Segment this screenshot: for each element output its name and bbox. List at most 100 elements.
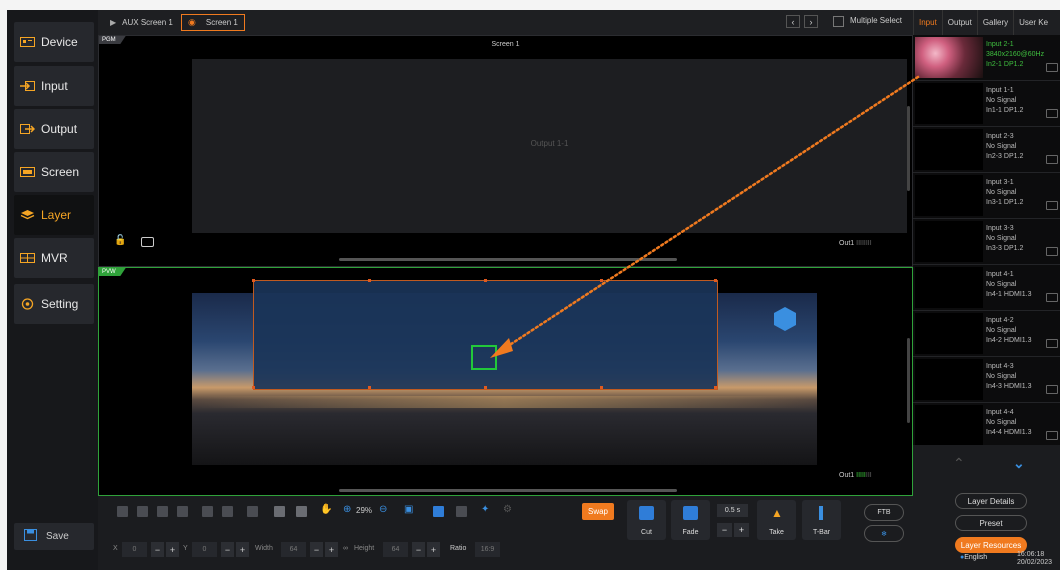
resize-handle[interactable] xyxy=(600,279,603,282)
align-icon[interactable] xyxy=(202,506,213,517)
cut-button[interactable]: Cut xyxy=(627,500,666,540)
y-minus-button[interactable]: − xyxy=(221,542,234,557)
settings-small-icon[interactable]: ⚙ xyxy=(503,504,512,515)
horizontal-scrollbar[interactable] xyxy=(339,489,677,492)
resize-handle[interactable] xyxy=(600,386,603,389)
save-button[interactable]: Save xyxy=(14,523,94,550)
tbar-button[interactable]: T-Bar xyxy=(802,500,841,540)
height-minus-button[interactable]: − xyxy=(412,542,425,557)
camera-icon[interactable] xyxy=(1046,339,1058,348)
duration-plus-button[interactable]: + xyxy=(734,523,749,537)
x-minus-button[interactable]: − xyxy=(151,542,164,557)
horizontal-scrollbar[interactable] xyxy=(339,258,677,261)
tab-aux-screen[interactable]: ▶​ AUX Screen 1 xyxy=(104,14,179,31)
fade-button[interactable]: Fade xyxy=(671,500,710,540)
y-plus-button[interactable]: + xyxy=(236,542,249,557)
resize-handle[interactable] xyxy=(252,279,255,282)
freeze-button[interactable]: ❄ xyxy=(864,525,904,542)
width-plus-button[interactable]: + xyxy=(325,542,338,557)
layer-send-back-icon[interactable] xyxy=(137,506,148,517)
vertical-scrollbar[interactable] xyxy=(907,106,910,191)
pgm-monitor[interactable]: PGM Screen 1 Output 1-1 🔓 Out1 IIIIIIII xyxy=(98,35,913,267)
delete-icon[interactable] xyxy=(456,506,467,517)
tab-input[interactable]: Input xyxy=(913,10,942,35)
camera-icon[interactable] xyxy=(1046,155,1058,164)
tab-user-key[interactable]: User Ke xyxy=(1013,10,1053,35)
snap-icon[interactable] xyxy=(433,506,444,517)
x-plus-button[interactable]: + xyxy=(166,542,179,557)
zoom-out-icon[interactable]: ⊖ xyxy=(379,504,387,515)
unlock-icon[interactable]: 🔓 xyxy=(114,235,126,246)
fit-screen-icon[interactable]: ▣ xyxy=(404,504,413,515)
width-input[interactable]: 64 xyxy=(281,542,306,557)
list-item[interactable]: Input 4-3 No Signal In4-3 HDMI1.3 xyxy=(913,357,1060,403)
y-input[interactable]: 0 xyxy=(192,542,217,557)
sidebar-item-screen[interactable]: Screen xyxy=(14,152,94,192)
camera-icon[interactable] xyxy=(141,237,154,247)
sidebar-item-device[interactable]: Device xyxy=(14,22,94,62)
drop-target-box[interactable] xyxy=(471,345,497,370)
layer-bring-front-icon[interactable] xyxy=(117,506,128,517)
tab-gallery[interactable]: Gallery xyxy=(976,10,1013,35)
layer-backward-icon[interactable] xyxy=(177,506,188,517)
list-item[interactable]: Input 2-3 No Signal In2-3 DP1.2 xyxy=(913,127,1060,173)
camera-icon[interactable] xyxy=(1046,385,1058,394)
list-item[interactable]: Input 1-1 No Signal In1-1 DP1.2 xyxy=(913,81,1060,127)
ftb-button[interactable]: FTB xyxy=(864,504,904,521)
transition-duration[interactable]: 0.5 s xyxy=(717,504,748,517)
list-item[interactable]: Input 3-3 No Signal In3-3 DP1.2 xyxy=(913,219,1060,265)
take-button[interactable]: ▲ Take xyxy=(757,500,796,540)
list-item[interactable]: Input 3-1 No Signal In3-1 DP1.2 xyxy=(913,173,1060,219)
tab-screen-1[interactable]: ◉ Screen 1 xyxy=(181,14,245,31)
height-input[interactable]: 64 xyxy=(383,542,408,557)
resize-handle[interactable] xyxy=(368,386,371,389)
duration-minus-button[interactable]: − xyxy=(717,523,732,537)
layer-forward-icon[interactable] xyxy=(157,506,168,517)
eraser-icon[interactable]: ✦ xyxy=(481,504,489,515)
lock-ratio-icon[interactable]: ∞ xyxy=(343,545,348,552)
camera-icon[interactable] xyxy=(1046,63,1058,72)
camera-icon[interactable] xyxy=(1046,201,1058,210)
ratio-input[interactable]: 16:9 xyxy=(475,542,500,557)
list-item[interactable]: Input 4-2 No Signal In4-2 HDMI1.3 xyxy=(913,311,1060,357)
resize-handle[interactable] xyxy=(714,279,717,282)
sidebar-item-setting[interactable]: Setting xyxy=(14,284,94,324)
hand-icon[interactable]: ✋ xyxy=(320,504,332,515)
multiple-select-checkbox[interactable] xyxy=(833,16,844,27)
list-item[interactable]: Input 4-4 No Signal In4-4 HDMI1.3 xyxy=(913,403,1060,445)
copy-layer-icon[interactable] xyxy=(296,506,307,517)
chevron-down-icon[interactable]: ⌄ xyxy=(1013,455,1025,472)
resize-handle[interactable] xyxy=(368,279,371,282)
resize-handle[interactable] xyxy=(714,386,717,389)
chevron-up-icon[interactable]: ⌃ xyxy=(953,455,965,472)
list-item[interactable]: Input 4-1 No Signal In4-1 HDMI1.3 xyxy=(913,265,1060,311)
prev-screen-button[interactable]: ‹ xyxy=(786,15,800,28)
sidebar-item-input[interactable]: Input xyxy=(14,66,94,106)
x-input[interactable]: 0 xyxy=(122,542,147,557)
language-selector[interactable]: ●English xyxy=(960,554,987,561)
sidebar-item-mvr[interactable]: MVR xyxy=(14,238,94,278)
next-screen-button[interactable]: › xyxy=(804,15,818,28)
camera-icon[interactable] xyxy=(1046,431,1058,440)
camera-icon[interactable] xyxy=(1046,109,1058,118)
camera-icon[interactable] xyxy=(1046,293,1058,302)
resize-handle[interactable] xyxy=(484,386,487,389)
preset-button[interactable]: Preset xyxy=(955,515,1027,531)
resize-handle[interactable] xyxy=(484,279,487,282)
zoom-in-icon[interactable]: ⊕ xyxy=(343,504,351,515)
height-plus-button[interactable]: + xyxy=(427,542,440,557)
distribute-icon[interactable] xyxy=(222,506,233,517)
tab-output[interactable]: Output xyxy=(941,10,977,35)
camera-icon[interactable] xyxy=(1046,247,1058,256)
layer-details-button[interactable]: Layer Details xyxy=(955,493,1027,509)
fit-layer-icon[interactable] xyxy=(274,506,285,517)
width-minus-button[interactable]: − xyxy=(310,542,323,557)
layer-window[interactable] xyxy=(252,279,718,390)
sidebar-item-output[interactable]: Output xyxy=(14,109,94,149)
sidebar-item-layer[interactable]: Layer xyxy=(14,195,94,235)
pvw-monitor[interactable]: PVW Out1 IIIIIIII xyxy=(98,267,913,496)
close-icon[interactable] xyxy=(247,506,258,517)
swap-button[interactable]: Swap xyxy=(582,503,614,520)
list-item[interactable]: Input 2-1 3840x2160@60Hz In2-1 DP1.2 xyxy=(913,35,1060,81)
resize-handle[interactable] xyxy=(252,386,255,389)
